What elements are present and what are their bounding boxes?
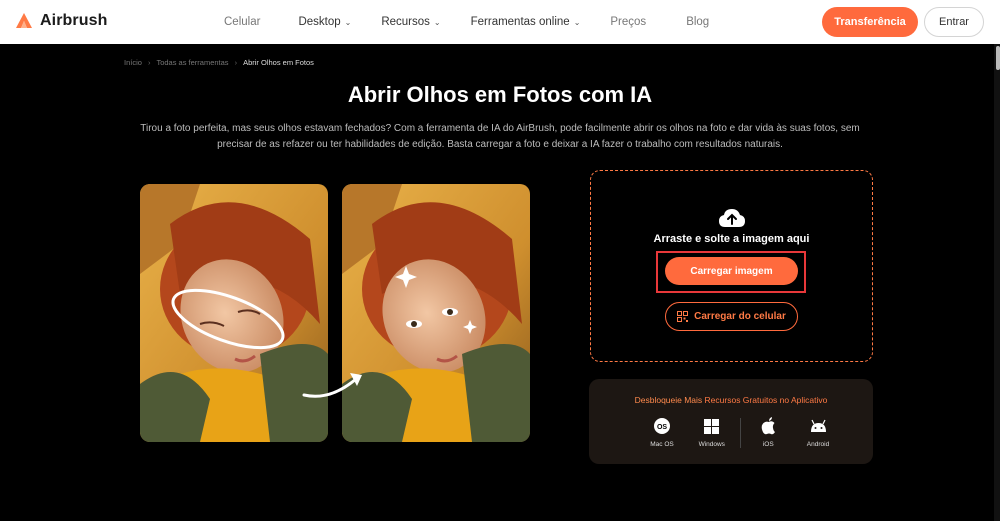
- drop-text: Arraste e solte a imagem aqui: [653, 233, 810, 245]
- logo-text: Airbrush: [40, 12, 108, 29]
- top-header: Airbrush Celular Desktop ⌄ Recursos ⌄ Fe…: [0, 0, 1000, 44]
- android-icon: [810, 419, 826, 432]
- scrollbar-thumb[interactable]: [996, 46, 1000, 70]
- breadcrumb-separator-icon: ›: [147, 58, 151, 67]
- nav-item-recursos[interactable]: Recursos ⌄: [381, 16, 440, 28]
- nav-item-desktop[interactable]: Desktop ⌄: [298, 16, 351, 28]
- login-button[interactable]: Entrar: [924, 7, 984, 37]
- nav-item-label: Ferramentas online: [470, 16, 570, 28]
- nav-item-label: Desktop: [298, 16, 341, 28]
- svg-text:OS: OS: [657, 424, 667, 431]
- platform-label: iOS: [762, 441, 774, 448]
- app-promo-title-prefix: Desbloqueie Mais: [634, 395, 705, 405]
- upload-from-phone-label: Carregar do celular: [694, 311, 786, 322]
- breadcrumb-home[interactable]: Início: [124, 58, 142, 67]
- platform-macos[interactable]: OS Mac OS: [640, 416, 684, 448]
- macos-icon: OS: [654, 418, 670, 434]
- chevron-down-icon: ⌄: [344, 17, 352, 27]
- transfer-button[interactable]: Transferência: [822, 7, 918, 37]
- page-description: Tirou a foto perfeita, mas seus olhos es…: [140, 123, 860, 150]
- app-promo-title-highlight: Recursos Gratuitos no Aplicativo: [704, 395, 828, 405]
- platform-label: Mac OS: [650, 441, 674, 448]
- chevron-down-icon: ⌄: [573, 17, 581, 27]
- airbrush-logo[interactable]: Airbrush: [14, 11, 107, 31]
- upload-image-button[interactable]: Carregar imagem: [665, 257, 798, 285]
- upload-from-phone-button[interactable]: Carregar do celular: [665, 302, 798, 331]
- transform-arrow-icon: [302, 373, 362, 398]
- platform-ios[interactable]: iOS: [746, 416, 790, 448]
- windows-icon: [704, 418, 720, 434]
- nav-item-label: Blog: [686, 16, 710, 28]
- nav-item-blog[interactable]: Blog: [686, 16, 709, 28]
- nav-item-ferramentas-online[interactable]: Ferramentas online ⌄: [471, 16, 581, 28]
- qr-code-icon: [677, 311, 689, 322]
- after-photo: [342, 184, 530, 442]
- nav-item-precos[interactable]: Preços: [610, 16, 646, 28]
- page-scrollbar[interactable]: [994, 44, 1000, 521]
- main-nav: Celular Desktop ⌄ Recursos ⌄ Ferramentas…: [224, 0, 709, 44]
- nav-item-label: Celular: [224, 16, 261, 28]
- page-title: Abrir Olhos em Fotos com IA: [347, 82, 653, 107]
- platform-windows[interactable]: Windows: [690, 416, 734, 448]
- nav-item-label: Preços: [610, 16, 647, 28]
- breadcrumb: Início › Todas as ferramentas › Abrir Ol…: [124, 58, 314, 67]
- platform-label: Android: [806, 441, 830, 448]
- breadcrumb-all-tools[interactable]: Todas as ferramentas: [156, 58, 228, 67]
- apple-icon: [761, 417, 775, 435]
- platform-divider: [739, 418, 741, 448]
- nav-item-label: Recursos: [381, 16, 430, 28]
- breadcrumb-current: Abrir Olhos em Fotos: [243, 58, 314, 67]
- airbrush-logo-icon: [16, 13, 32, 28]
- platform-label: Windows: [698, 441, 725, 448]
- platform-list: OS Mac OS Windows iOS Android: [640, 416, 840, 448]
- breadcrumb-separator-icon: ›: [234, 58, 238, 67]
- app-promo-title: Desbloqueie Mais Recursos Gratuitos no A…: [589, 395, 873, 405]
- chevron-down-icon: ⌄: [433, 17, 441, 27]
- nav-item-celular[interactable]: Celular: [224, 16, 260, 28]
- cloud-upload-icon: [719, 209, 745, 227]
- platform-android[interactable]: Android: [796, 416, 840, 448]
